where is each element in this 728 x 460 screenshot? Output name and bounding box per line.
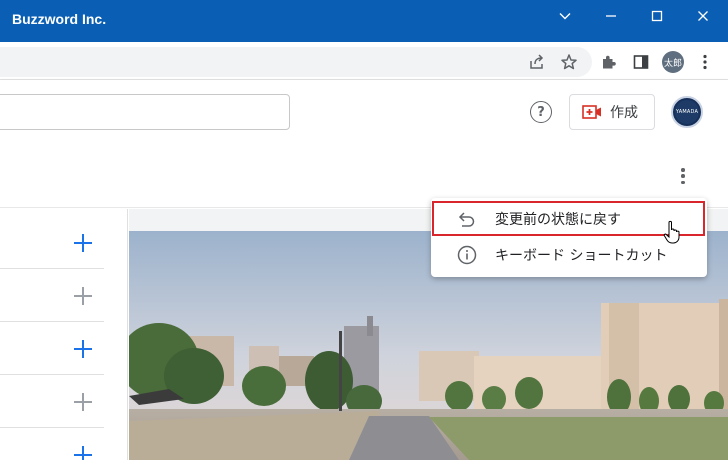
search-input[interactable]: [0, 94, 290, 130]
side-panel-button[interactable]: [631, 52, 651, 72]
help-button[interactable]: ?: [530, 101, 552, 123]
profile-avatar[interactable]: 太郎: [662, 51, 684, 73]
tab-search-button[interactable]: [542, 0, 588, 32]
maximize-icon: [651, 10, 663, 22]
share-icon: [530, 54, 544, 69]
address-bar[interactable]: [0, 47, 592, 77]
add-video-icon: [582, 105, 601, 119]
account-avatar-text: YAMADA: [675, 109, 699, 115]
share-button[interactable]: [527, 52, 547, 72]
add-icon[interactable]: [74, 393, 92, 411]
info-icon: [457, 245, 477, 265]
more-vert-icon: [703, 54, 707, 70]
create-button-label: 作成: [610, 105, 638, 121]
close-icon: [698, 11, 708, 21]
maximize-button[interactable]: [634, 0, 680, 32]
bookmark-button[interactable]: [559, 52, 579, 72]
add-icon[interactable]: [74, 234, 92, 252]
help-icon: ?: [537, 104, 545, 120]
chevron-down-icon: [559, 13, 571, 20]
list-item: [0, 322, 104, 375]
account-avatar[interactable]: YAMADA: [671, 96, 703, 128]
title-bar: Buzzword Inc.: [0, 0, 728, 42]
extensions-button[interactable]: [599, 52, 619, 72]
window-title: Buzzword Inc.: [12, 11, 107, 27]
hand-cursor-icon: [663, 220, 680, 244]
list-item: [0, 216, 104, 269]
list-item: [0, 269, 104, 322]
add-icon[interactable]: [74, 446, 92, 460]
create-button[interactable]: 作成: [569, 94, 655, 130]
more-vert-icon: [681, 168, 685, 172]
side-panel-icon: [633, 55, 649, 69]
menu-item-label: キーボード ショートカット: [495, 248, 668, 264]
list-item: [0, 428, 104, 460]
browser-window: Buzzword Inc. 太郎 ? 作成 YAMADA 変更前の状態に戻す キ…: [0, 0, 728, 460]
puzzle-icon: [603, 55, 616, 69]
minimize-icon: [606, 15, 616, 17]
app-header: ? 作成 YAMADA: [0, 80, 728, 144]
close-button[interactable]: [680, 0, 726, 32]
minimize-button[interactable]: [588, 0, 634, 32]
browser-menu-button[interactable]: [695, 52, 715, 72]
browser-toolbar: 太郎: [0, 42, 728, 80]
add-icon[interactable]: [74, 340, 92, 358]
add-icon[interactable]: [74, 287, 92, 305]
list-item: [0, 375, 104, 428]
more-options-button[interactable]: [674, 166, 692, 186]
left-panel: [0, 209, 128, 460]
star-icon: [561, 54, 577, 70]
